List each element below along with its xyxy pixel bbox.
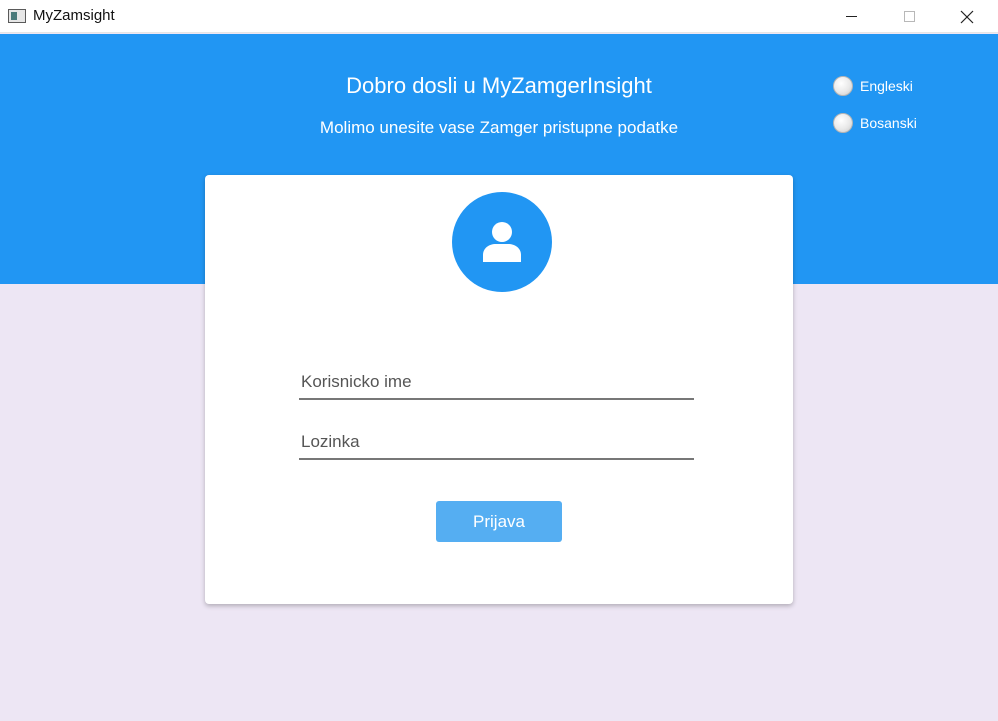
radio-button-english[interactable] [833,76,853,96]
window-title: MyZamsight [33,7,115,24]
user-icon [483,222,521,262]
language-label-bosnian: Bosanski [860,115,917,131]
maximize-button[interactable] [880,0,938,33]
username-field-container [299,366,694,400]
avatar [452,192,552,292]
password-input[interactable] [299,426,694,458]
minimize-button[interactable] [822,0,880,33]
radio-button-bosnian[interactable] [833,113,853,133]
language-option-english[interactable]: Engleski [833,76,913,96]
login-card: Prijava [205,175,793,604]
language-label-english: Engleski [860,78,913,94]
title-bar: MyZamsight [0,0,998,33]
password-field-container [299,426,694,460]
close-button[interactable] [938,0,996,33]
maximize-icon [903,11,915,22]
language-option-bosnian[interactable]: Bosanski [833,113,917,133]
minimize-icon [845,16,857,17]
username-input[interactable] [299,366,694,398]
login-button[interactable]: Prijava [436,501,562,542]
app-icon [8,9,26,23]
close-icon [960,10,974,23]
